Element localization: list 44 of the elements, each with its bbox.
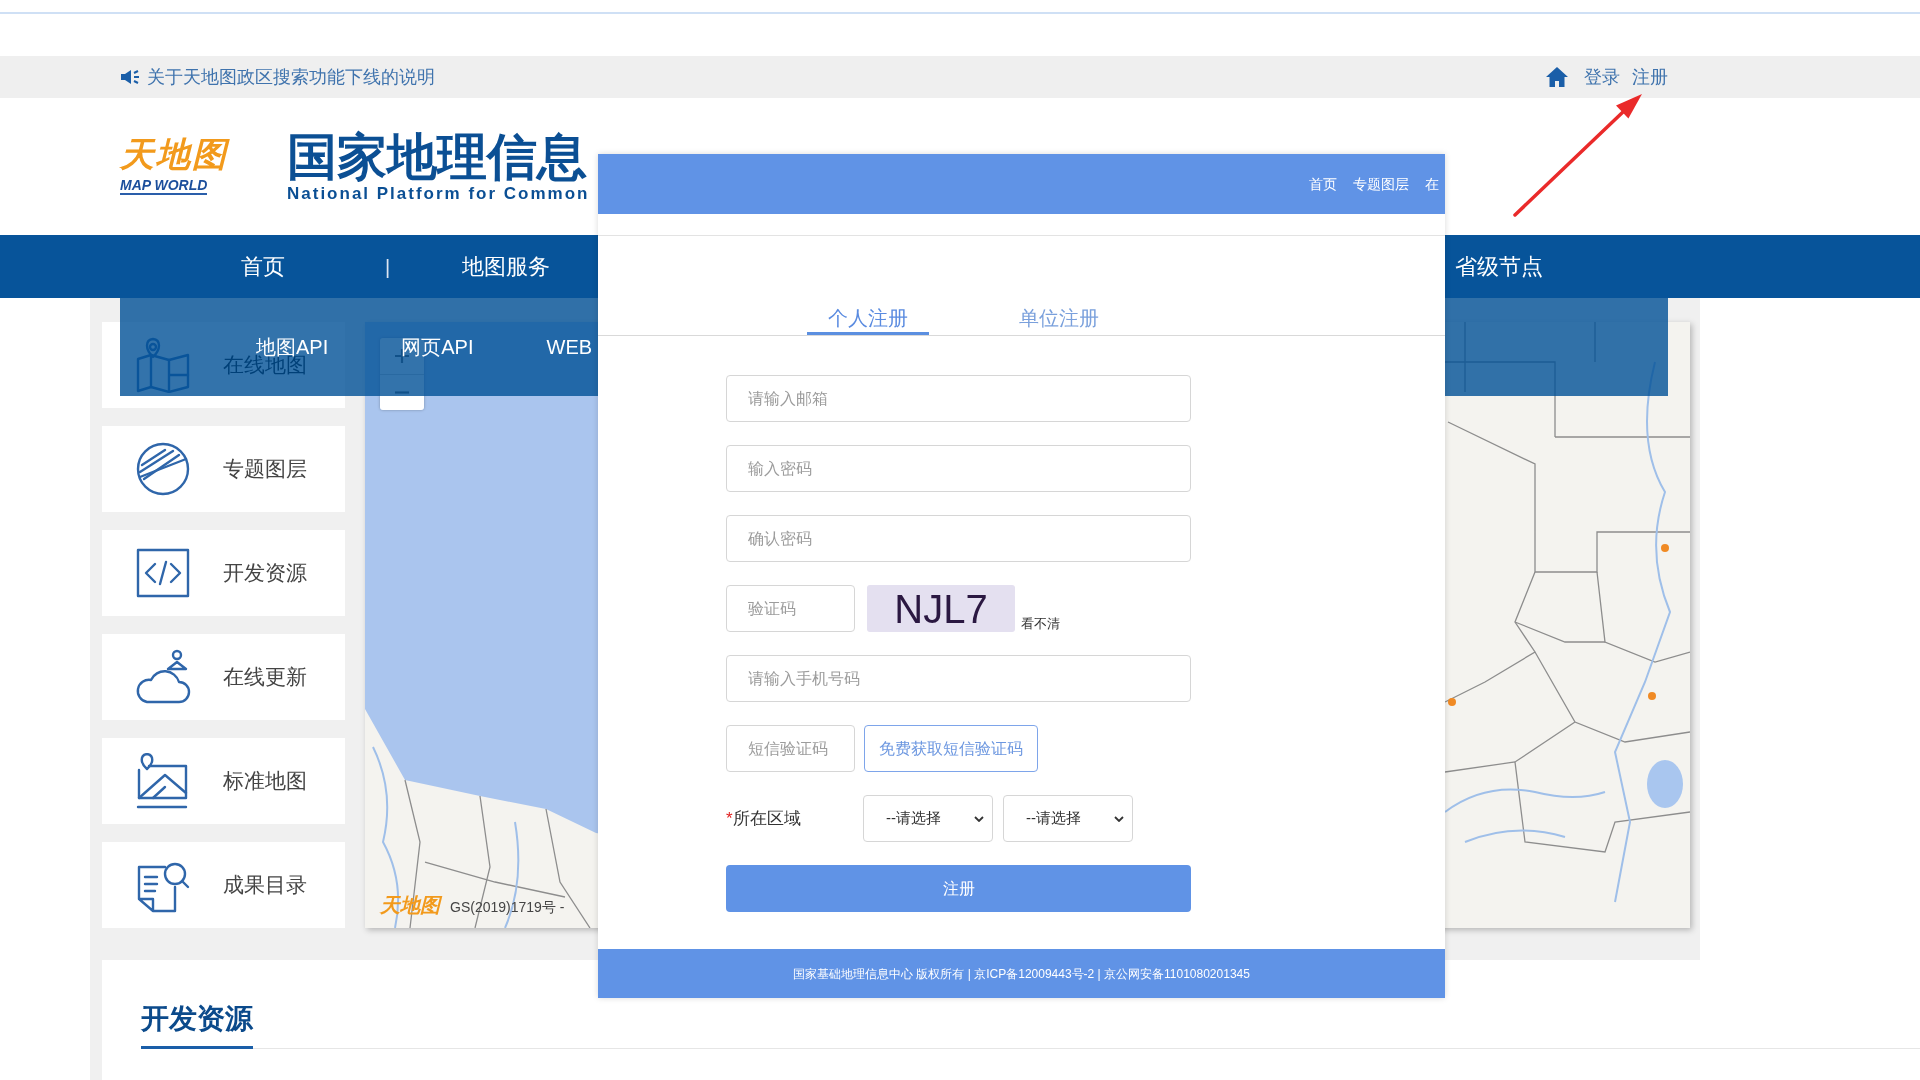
input-field[interactable]: 短信验证码 — [726, 725, 855, 772]
submenu-link[interactable]: 网页API — [401, 332, 474, 362]
input-field[interactable]: 确认密码 — [726, 515, 1191, 562]
sidebar-card[interactable]: 成果目录 — [102, 842, 345, 928]
site-title: 国家地理信息 — [287, 132, 587, 182]
logo-wordmark: MAP WORLD — [120, 177, 208, 195]
region-select[interactable]: --请选择 — [1003, 795, 1133, 842]
header-link[interactable]: 注册 — [1632, 63, 1668, 91]
input-field[interactable]: 请输入邮箱 — [726, 375, 1191, 422]
copyright-footer: 国家基础地理信息中心 版权所有 | 京ICP备12009443号-2 | 京公网安备1101080201345 — [598, 949, 1445, 998]
logo-calligraphy: 天地图 — [120, 136, 228, 174]
home-icon[interactable] — [1546, 67, 1568, 87]
submenu-link[interactable]: WEB — [546, 332, 593, 362]
region-select[interactable]: --请选择 — [863, 795, 993, 842]
input-field[interactable]: 验证码 — [726, 585, 855, 632]
chevron-down-icon — [1114, 815, 1124, 822]
tab[interactable]: 个人注册 — [807, 304, 929, 335]
chevron-down-icon — [974, 815, 984, 822]
nav-link[interactable]: 省级节点 — [1455, 250, 1544, 283]
sidebar-card[interactable]: 标准地图 — [102, 738, 345, 824]
header-link[interactable]: 专题图层 — [1353, 173, 1409, 195]
field-label: *所在区域 — [726, 807, 802, 830]
sidebar-card[interactable]: 开发资源 — [102, 530, 345, 616]
header-link[interactable]: 首页 — [1309, 173, 1337, 195]
nav-separator: | — [385, 254, 391, 280]
sms-code-button[interactable]: 免费获取短信验证码 — [864, 725, 1038, 772]
captcha-image: NJL7 — [867, 585, 1015, 632]
nav-link[interactable]: 地图服务 — [462, 250, 551, 283]
input-field[interactable]: 请输入手机号码 — [726, 655, 1191, 702]
striped-circle-icon — [135, 441, 191, 497]
site-subtitle: National Platform for Common — [287, 185, 590, 203]
sidebar-card[interactable]: 专题图层 — [102, 426, 345, 512]
header-link[interactable]: 在 — [1425, 173, 1439, 195]
speaker-icon — [120, 69, 140, 85]
map-attribution: GS(2019)1719号 - — [450, 898, 565, 916]
section-title: 开发资源 — [141, 1001, 253, 1049]
notice-link[interactable]: 关于天地图政区搜索功能下线的说明 — [147, 63, 435, 91]
input-field[interactable]: 输入密码 — [726, 445, 1191, 492]
header-link[interactable]: 登录 — [1584, 63, 1620, 91]
refresh-captcha-link[interactable]: 看不清 — [1021, 617, 1060, 630]
sidebar-card[interactable]: 在线更新 — [102, 634, 345, 720]
register-button[interactable]: 注册 — [726, 865, 1191, 912]
cloud-icon — [135, 649, 191, 705]
nav-link[interactable]: 首页 — [241, 250, 285, 283]
